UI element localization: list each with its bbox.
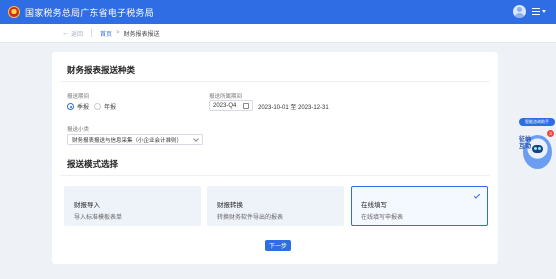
section-title-report-type: 财务报表报送种类 — [67, 65, 136, 75]
top-bar: 国家税务总局广东省电子税务局 — [0, 0, 556, 24]
divider — [60, 81, 490, 82]
mode-desc: 导入标准模板表单 — [74, 215, 123, 221]
next-button[interactable]: 下一步 — [265, 240, 291, 251]
radio-annual[interactable]: 年报 — [94, 102, 116, 111]
period-value: 2023-Q4 — [213, 102, 237, 109]
caret-down-icon — [542, 10, 546, 13]
radio-quarterly[interactable]: 季报 — [67, 102, 89, 111]
radio-unchecked-icon — [94, 103, 101, 110]
mode-title: 财报导入 — [74, 202, 100, 209]
period-picker[interactable]: 2023-Q4 — [209, 100, 253, 111]
breadcrumb-separator: > — [116, 30, 120, 36]
breadcrumb-current: 财务报表报送 — [123, 31, 160, 38]
breadcrumb-bar: ← 返回 首页 > 财务报表报送 — [0, 24, 556, 43]
mode-card-import[interactable]: 财报导入 导入标准模板表单 — [64, 186, 201, 226]
menu-icon[interactable] — [532, 7, 546, 17]
radio-quarterly-label: 季报 — [77, 105, 90, 111]
mode-card-convert[interactable]: 财报转换 转换财务软件导出的报表 — [207, 186, 344, 226]
mode-desc: 在线填写申报表 — [361, 215, 404, 221]
notification-badge: 3 — [547, 130, 554, 137]
radio-checked-icon — [67, 103, 74, 110]
user-avatar-icon[interactable] — [513, 5, 526, 18]
site-title: 国家税务总局广东省电子税务局 — [25, 7, 154, 18]
robot-face-icon — [532, 145, 543, 153]
subtype-label: 报送小类 — [67, 127, 90, 133]
assistant-label: 智能咨询助手 — [519, 118, 555, 126]
date-range: 2023-10-01 至 2023-12-31 — [258, 105, 329, 111]
period-type-label: 报送期间 — [67, 94, 90, 100]
mode-desc: 转换财务软件导出的报表 — [217, 215, 284, 221]
back-button[interactable]: ← 返回 — [62, 29, 83, 38]
arrow-left-icon: ← — [62, 29, 69, 37]
calendar-icon — [243, 102, 249, 109]
main-card: 财务报表报送种类 报送期间 季报 年报 报送所属期间 2023-Q4 2023-… — [52, 52, 498, 264]
check-icon — [473, 192, 481, 199]
divider — [60, 175, 490, 176]
mode-card-online[interactable]: 在线填写 在线填写申报表 — [351, 186, 488, 226]
section-title-mode: 报送模式选择 — [67, 159, 119, 169]
belong-period-label: 报送所属期间 — [209, 94, 243, 100]
breadcrumb-home[interactable]: 首页 — [100, 29, 112, 38]
assistant-text: 征纳互动 — [519, 137, 532, 150]
radio-annual-label: 年报 — [104, 105, 117, 111]
mode-title: 财报转换 — [217, 202, 243, 209]
tax-emblem-icon — [8, 6, 20, 18]
subtype-value: 财务报表报送与信息采集（小企业会计准则） — [72, 137, 183, 144]
mode-title: 在线填写 — [361, 202, 387, 209]
user-area — [513, 5, 546, 18]
subtype-select[interactable]: 财务报表报送与信息采集（小企业会计准则） — [67, 134, 203, 145]
back-label: 返回 — [71, 31, 84, 38]
chevron-down-icon — [193, 135, 199, 142]
breadcrumb-divider — [91, 29, 93, 37]
assistant-widget[interactable]: 智能咨询助手 征纳互动 3 — [519, 118, 555, 176]
